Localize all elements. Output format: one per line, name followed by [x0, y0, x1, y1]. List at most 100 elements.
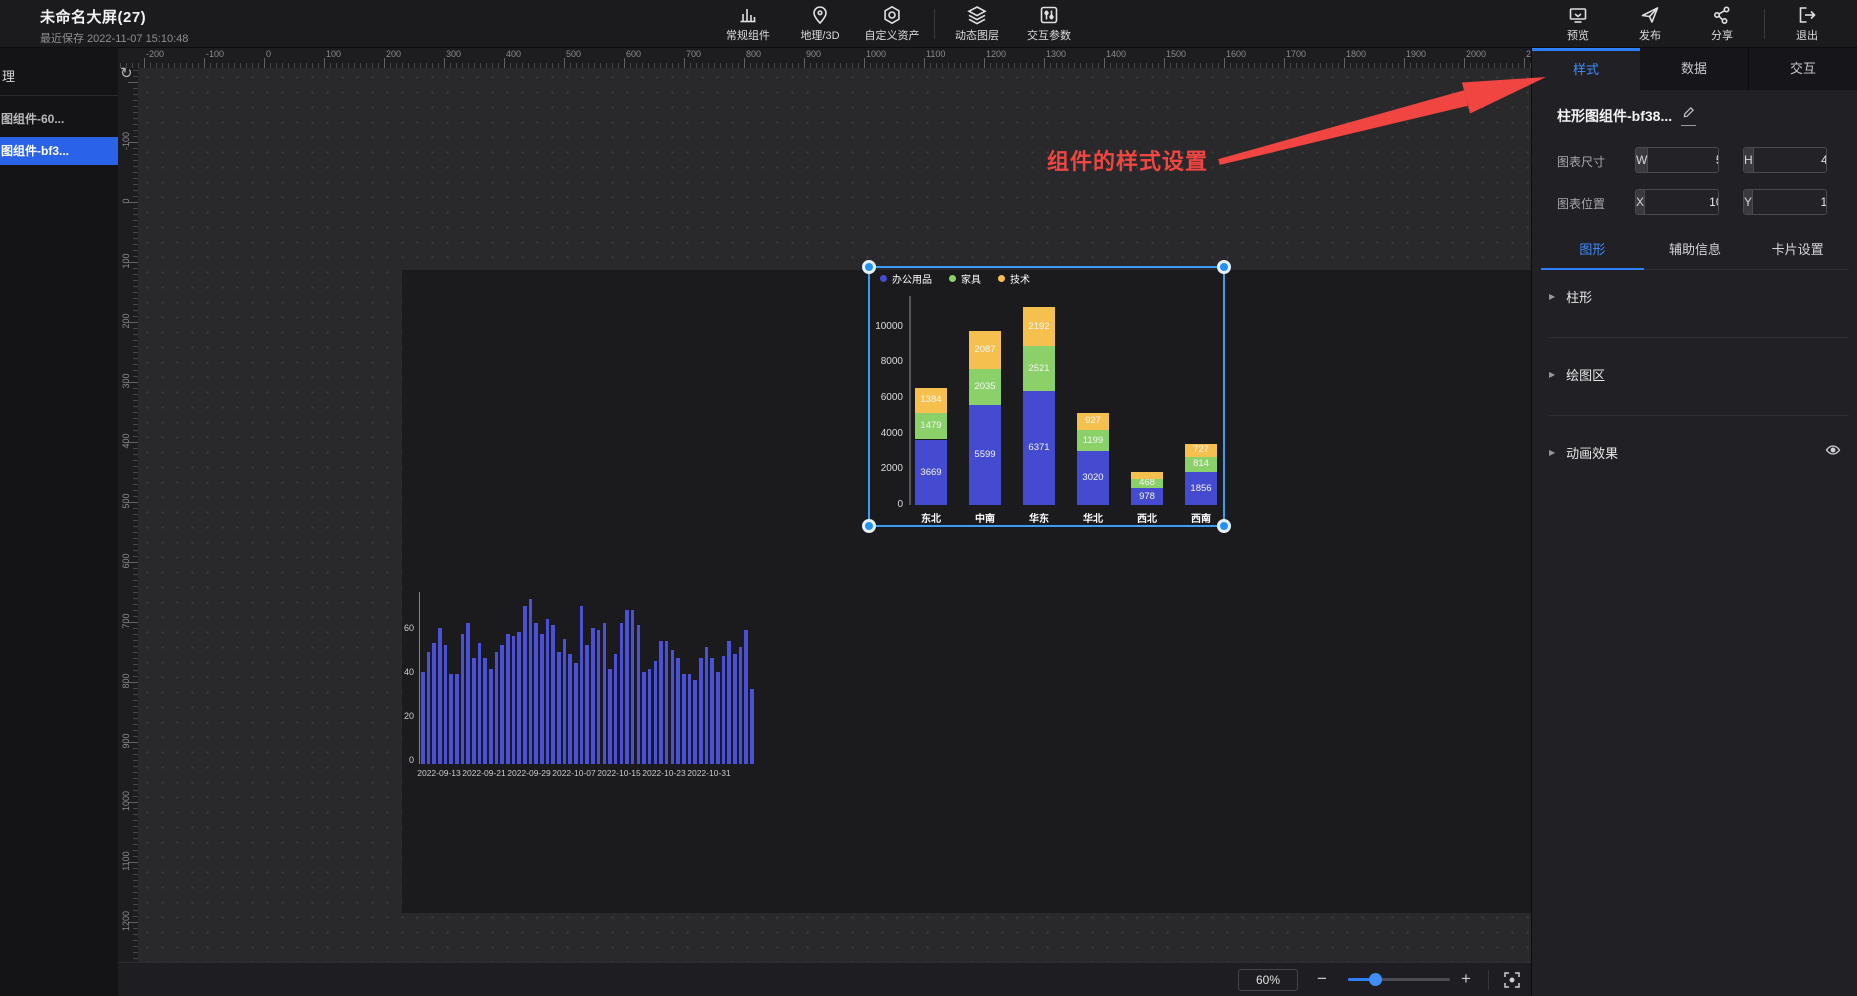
toolbar-item-interaction-params[interactable]: 交互参数 — [1013, 0, 1085, 48]
tab-style[interactable]: 样式 — [1532, 48, 1640, 90]
bar-segment[interactable]: 468 — [1131, 479, 1163, 487]
layer-item[interactable]: 图组件-60... — [0, 105, 118, 133]
x-field-group: X — [1635, 189, 1719, 215]
toolbar-item-exit[interactable]: 退出 — [1771, 0, 1843, 48]
bar — [489, 669, 493, 764]
bar-segment[interactable]: 1199 — [1077, 430, 1109, 451]
eye-icon[interactable] — [1825, 442, 1841, 463]
bar-segment[interactable]: 3669 — [915, 440, 947, 505]
ruler-tick-label: 1600 — [1226, 49, 1246, 59]
toolbar-item-dynamic-layers[interactable]: 动态图层 — [941, 0, 1013, 48]
bar — [523, 606, 527, 764]
zoom-in-button[interactable]: + — [1461, 967, 1471, 991]
toolbar-item-label: 常规组件 — [726, 27, 770, 43]
selection-handle-top-right[interactable] — [1217, 260, 1231, 274]
toolbar-item-components[interactable]: 常规组件 — [712, 0, 784, 48]
ruler-reset-icon[interactable]: ↻ — [120, 64, 133, 82]
ruler-tick-label: -200 — [146, 49, 164, 59]
section-animation[interactable]: ▶ 动画效果 — [1549, 434, 1841, 470]
bar — [750, 689, 754, 764]
legend-label: 技术 — [1010, 271, 1030, 286]
last-saved-text: 最近保存 2022-11-07 15:10:48 — [40, 30, 188, 46]
bar-segment[interactable]: 1384 — [915, 388, 947, 413]
fit-to-screen-icon[interactable] — [1502, 970, 1522, 995]
bar — [625, 610, 629, 764]
width-input[interactable] — [1648, 148, 1719, 172]
layer-item-selected[interactable]: 图组件-bf3... — [0, 137, 118, 165]
bar-value-label: 3669 — [915, 440, 947, 505]
zoom-slider-thumb[interactable] — [1369, 973, 1382, 986]
bar-segment[interactable]: 814 — [1185, 457, 1217, 472]
bar-value-label: 468 — [1131, 479, 1163, 487]
bar-segment[interactable]: 2087 — [969, 331, 1001, 368]
bar — [620, 623, 624, 764]
selection-handle-bottom-right[interactable] — [1217, 519, 1231, 533]
bar-segment[interactable]: 927 — [1077, 413, 1109, 430]
edit-pencil-icon[interactable] — [1681, 106, 1696, 126]
bar-segment[interactable]: 1856 — [1185, 472, 1217, 505]
legend-label: 家具 — [961, 271, 981, 286]
ruler-tick-label: 600 — [121, 541, 131, 581]
toolbar-item-label: 动态图层 — [955, 27, 999, 43]
x-category-label: 华北 — [1066, 510, 1120, 525]
bar-segment[interactable]: 1479 — [915, 413, 947, 439]
bar-segment[interactable]: 3020 — [1077, 451, 1109, 505]
ruler-tick-label: 200 — [386, 49, 401, 59]
bar — [495, 652, 499, 764]
toolbar-item-custom-assets[interactable]: 自定义资产 — [856, 0, 928, 48]
toolbar-item-share[interactable]: 分享 — [1686, 0, 1758, 48]
toolbar-item-publish[interactable]: 发布 — [1614, 0, 1686, 48]
ruler-tick-label: 900 — [806, 49, 821, 59]
layer-sidebar: 理 图组件-60... 图组件-bf3... — [0, 48, 118, 996]
ruler-tick-label: 2000 — [1466, 49, 1486, 59]
bar-segment[interactable] — [1131, 472, 1163, 479]
bar-segment[interactable]: 6371 — [1023, 391, 1055, 505]
selection-handle-top-left[interactable] — [862, 260, 876, 274]
component-name-row: 柱形图组件-bf38... — [1557, 106, 1696, 126]
bar-segment[interactable]: 727 — [1185, 444, 1217, 457]
zoom-slider[interactable] — [1348, 978, 1450, 981]
bar — [580, 606, 584, 764]
tab-data[interactable]: 数据 — [1640, 48, 1749, 90]
bar — [676, 658, 680, 764]
chevron-right-icon: ▶ — [1549, 448, 1555, 457]
ruler-tick-label: 1700 — [1286, 49, 1306, 59]
legend-item[interactable]: 办公用品 — [880, 271, 932, 286]
bar-segment[interactable]: 2521 — [1023, 346, 1055, 391]
zoom-input[interactable] — [1238, 969, 1298, 991]
bar — [614, 654, 618, 764]
x-input[interactable] — [1645, 190, 1719, 214]
toolbar-item-label: 退出 — [1796, 27, 1818, 43]
y-tick-label: 10000 — [859, 321, 903, 332]
legend-item[interactable]: 技术 — [998, 271, 1030, 286]
exit-icon — [1797, 5, 1817, 25]
daily-bar-chart[interactable] — [421, 599, 754, 764]
bar-segment[interactable]: 2192 — [1023, 307, 1055, 346]
bar-segment[interactable]: 978 — [1131, 488, 1163, 505]
subtab-graphic[interactable]: 图形 — [1541, 230, 1644, 269]
tab-interaction[interactable]: 交互 — [1749, 48, 1857, 90]
component-name: 柱形图组件-bf38... — [1557, 106, 1672, 126]
section-bar-shape[interactable]: ▶ 柱形 — [1549, 278, 1841, 314]
bar-segment[interactable]: 5599 — [969, 405, 1001, 505]
ruler-tick-label: 500 — [121, 481, 131, 521]
chevron-right-icon: ▶ — [1549, 370, 1555, 379]
canvas[interactable] — [138, 68, 1531, 962]
preview-icon — [1568, 5, 1588, 25]
legend-item[interactable]: 家具 — [949, 271, 981, 286]
subtab-card-settings[interactable]: 卡片设置 — [1746, 230, 1849, 269]
x-category-label: 中南 — [958, 510, 1012, 525]
section-label: 柱形 — [1566, 287, 1841, 306]
section-plot-area[interactable]: ▶ 绘图区 — [1549, 356, 1841, 392]
subtab-auxiliary[interactable]: 辅助信息 — [1644, 230, 1747, 269]
bar — [585, 645, 589, 764]
bar-segment[interactable]: 2035 — [969, 369, 1001, 405]
toolbar-item-preview[interactable]: 预览 — [1542, 0, 1614, 48]
ruler-tick-label: 1100 — [121, 841, 131, 881]
selection-handle-bottom-left[interactable] — [862, 519, 876, 533]
y-tick-label: 4000 — [859, 428, 903, 439]
height-input[interactable] — [1754, 148, 1827, 172]
toolbar-item-geo3d[interactable]: 地理/3D — [784, 0, 856, 48]
y-input[interactable] — [1753, 190, 1827, 214]
zoom-out-button[interactable]: − — [1317, 967, 1327, 991]
